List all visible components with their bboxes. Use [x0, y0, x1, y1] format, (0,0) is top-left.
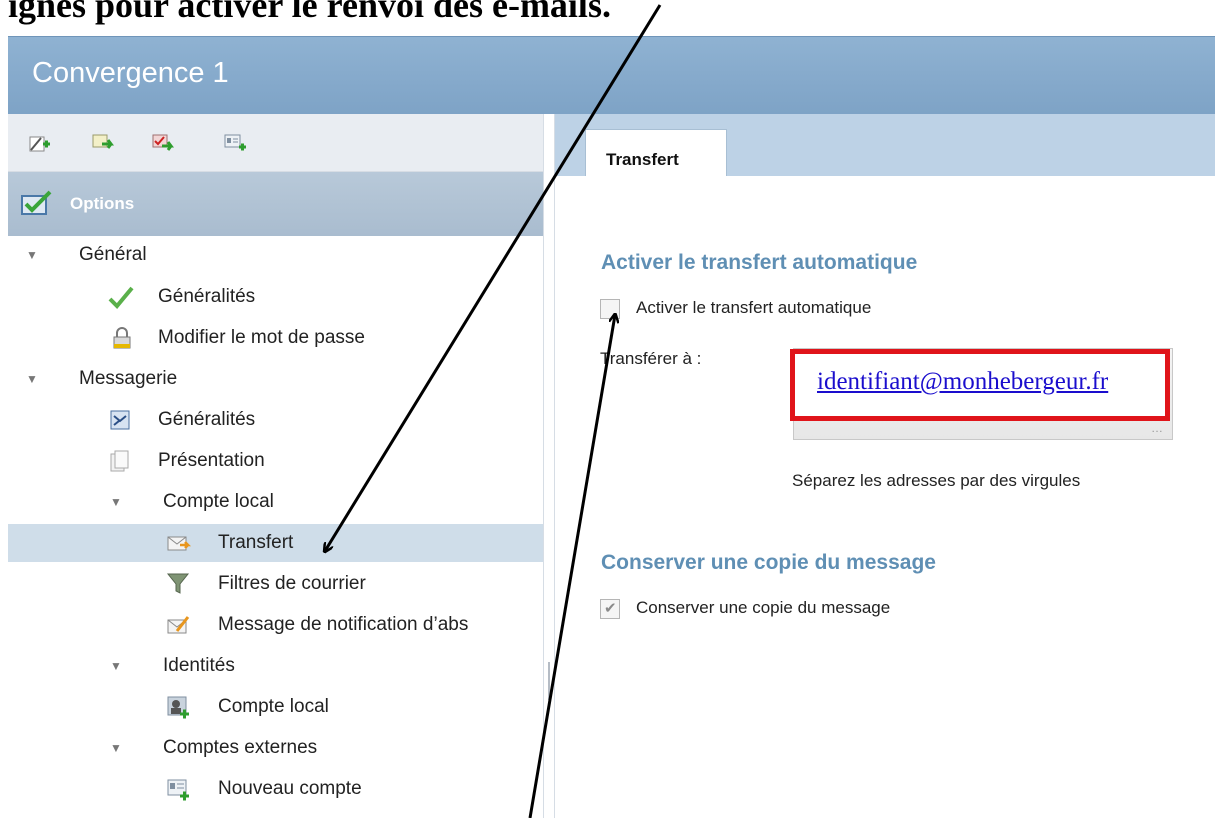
forward-hint: Séparez les adresses par des virgules [792, 471, 1081, 490]
collapse-arrow-icon[interactable]: ▼ [110, 729, 122, 767]
pane-splitter[interactable] [543, 114, 555, 818]
tree-absence-notice[interactable]: Message de notification d’abs [8, 606, 543, 644]
app-titlebar: Convergence 1 [8, 36, 1215, 114]
check-icon [108, 285, 134, 309]
tree-change-password[interactable]: Modifier le mot de passe [8, 319, 543, 357]
forward-to-label: Transférer à : [600, 349, 702, 368]
keep-copy-checkbox-label: Conserver une copie du message [636, 598, 891, 617]
filter-icon [166, 572, 190, 596]
compose-icon[interactable] [28, 132, 52, 154]
tree-label: Compte local [163, 491, 274, 512]
tree-label: Filtres de courrier [218, 573, 366, 594]
tree-transfer[interactable]: Transfert [8, 524, 543, 562]
instruction-caption: ignes pour activer le renvoi des e-mails… [8, 0, 611, 25]
options-check-icon [20, 190, 54, 221]
app-title: Convergence 1 [32, 57, 229, 89]
tree-label: Nouveau compte [218, 778, 362, 799]
tree-label: Message de notification d’abs [218, 614, 469, 635]
right-pane: Transfert Activer le transfert automatiq… [555, 114, 1215, 818]
tree-label: Général [79, 244, 147, 265]
tree-label: Comptes externes [163, 737, 318, 758]
tree-label: Messagerie [79, 368, 178, 389]
tree-messaging-overview[interactable]: Généralités [8, 401, 543, 439]
left-pane: Options ▼ Général Généralités Modifier l… [8, 114, 543, 818]
options-header[interactable]: Options [8, 172, 543, 236]
tree-local-account[interactable]: ▼ Compte local [8, 483, 543, 521]
tree-label: Généralités [158, 409, 256, 430]
tab-strip: Transfert [555, 114, 1215, 176]
notice-mail-icon [166, 613, 190, 637]
tree-presentation[interactable]: Présentation [8, 442, 543, 480]
mail-settings-icon [108, 408, 132, 432]
options-label: Options [70, 194, 135, 213]
auto-forward-checkbox-label: Activer le transfert automatique [636, 298, 872, 317]
new-account-icon [166, 777, 190, 801]
tree-label: Modifier le mot de passe [158, 327, 365, 348]
tree-mail-filters[interactable]: Filtres de courrier [8, 565, 543, 603]
tree-label: Présentation [158, 450, 265, 471]
address-card-icon[interactable] [224, 132, 248, 154]
add-user-icon [166, 695, 190, 719]
move-to-icon[interactable] [92, 132, 116, 154]
resize-dots-icon[interactable]: … [1151, 421, 1164, 435]
tree-general[interactable]: ▼ Général [8, 236, 543, 274]
tree-external-accounts[interactable]: ▼ Comptes externes [8, 729, 543, 767]
tree-label: Transfert [218, 532, 294, 553]
auto-forward-checkbox[interactable] [600, 299, 620, 319]
collapse-arrow-icon[interactable]: ▼ [110, 647, 122, 685]
tree-label: Compte local [218, 696, 329, 717]
tree-identities[interactable]: ▼ Identités [8, 647, 543, 685]
tree-label: Identités [163, 655, 235, 676]
collapse-arrow-icon[interactable]: ▼ [110, 483, 122, 521]
move-checked-icon[interactable] [152, 132, 176, 154]
tree-identities-local-account[interactable]: Compte local [8, 688, 543, 726]
collapse-arrow-icon[interactable]: ▼ [26, 236, 38, 274]
tree-label: Généralités [158, 286, 256, 307]
toolbar [8, 114, 543, 172]
splitter-grip[interactable] [548, 662, 550, 700]
forward-email-link[interactable]: identifiant@monhebergeur.fr [817, 368, 1108, 396]
tree-messaging[interactable]: ▼ Messagerie [8, 360, 543, 398]
lock-icon [110, 326, 134, 350]
tab-transfer[interactable]: Transfert [585, 129, 727, 176]
forward-mail-icon [166, 531, 192, 555]
auto-forward-section-title: Activer le transfert automatique [601, 251, 918, 274]
tree-new-account[interactable]: Nouveau compte [8, 770, 543, 808]
keep-copy-checkbox[interactable] [600, 599, 620, 619]
keep-copy-section-title: Conserver une copie du message [601, 551, 936, 574]
pages-icon [108, 449, 132, 473]
collapse-arrow-icon[interactable]: ▼ [26, 360, 38, 398]
tree-general-overview[interactable]: Généralités [8, 278, 543, 316]
email-highlight-box: identifiant@monhebergeur.fr [790, 349, 1170, 421]
